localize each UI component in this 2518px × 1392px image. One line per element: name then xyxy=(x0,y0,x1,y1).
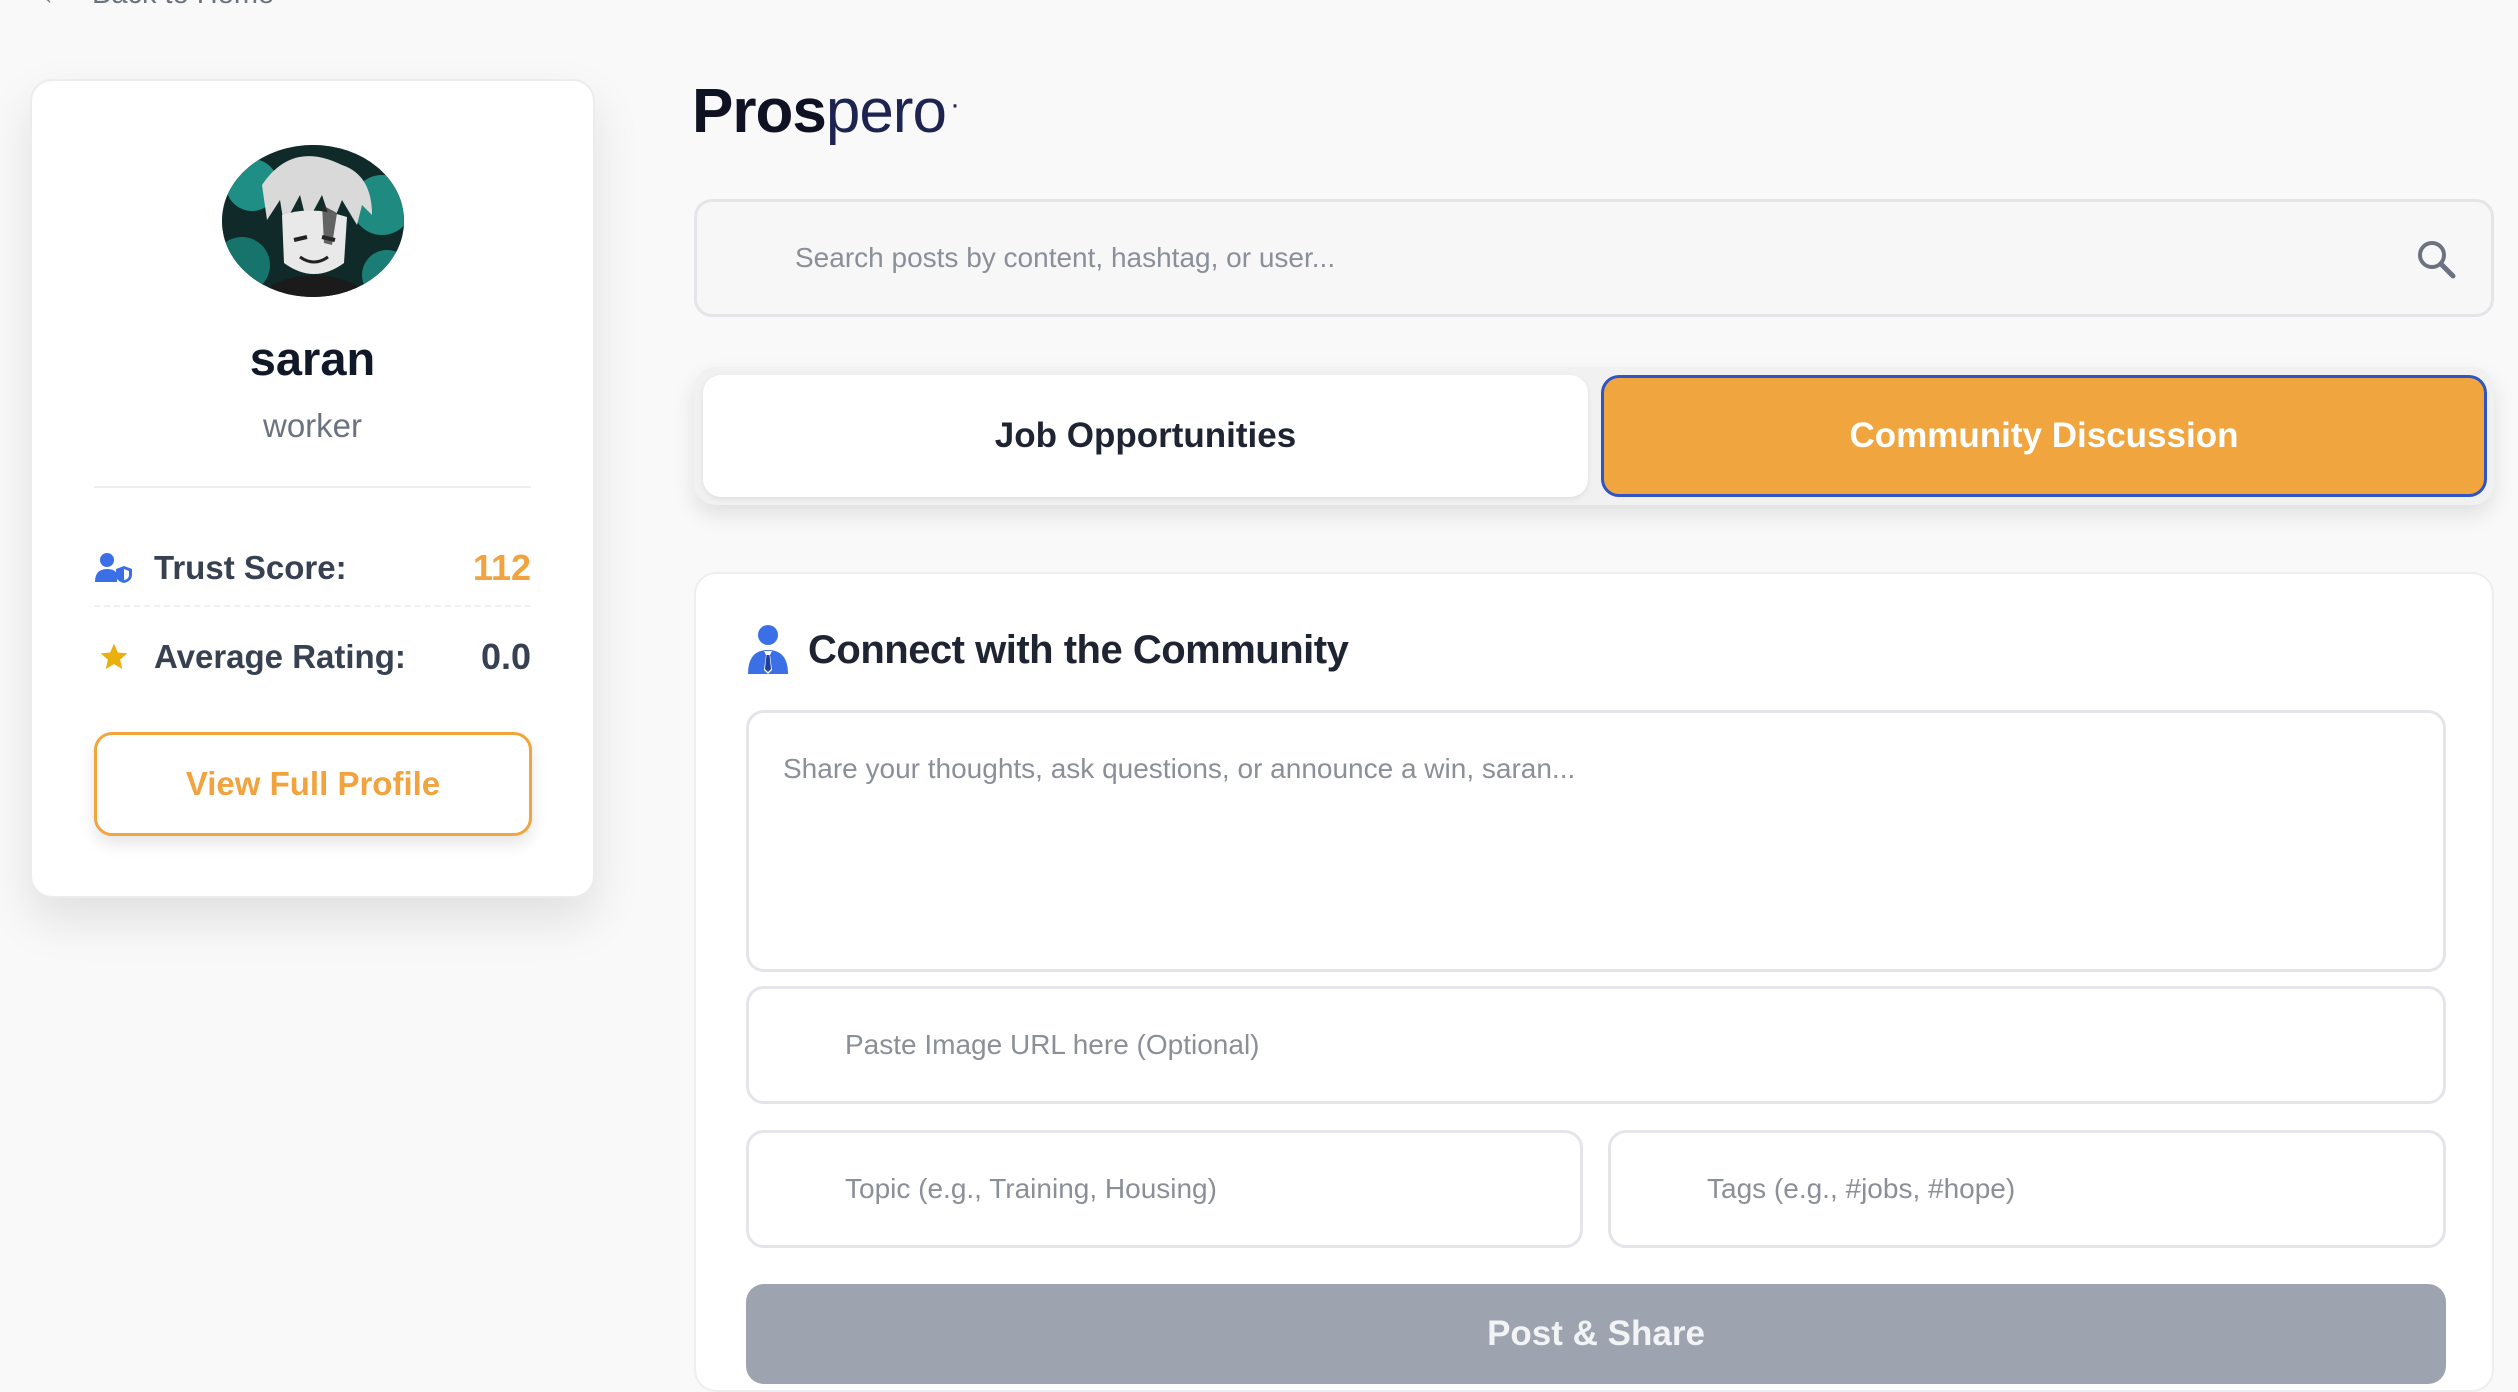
star-icon xyxy=(94,637,134,677)
message-field xyxy=(746,710,2446,972)
average-rating-label: Average Rating: xyxy=(154,638,406,675)
back-link-label: Back to Home xyxy=(92,0,274,11)
profile-card: saran worker Trust Score: 112 Average Ra… xyxy=(30,79,595,898)
tab-job-opportunities[interactable]: Job Opportunities xyxy=(703,375,1588,497)
tags-field xyxy=(1608,1130,2446,1248)
post-composer-card: Connect with the Community Post & Share xyxy=(694,572,2494,1392)
arrow-left-icon: ← xyxy=(40,0,68,11)
image-url-input[interactable] xyxy=(749,989,2443,1101)
brand-logo-dot: · xyxy=(949,88,960,121)
topic-field xyxy=(746,1130,1583,1248)
avatar-image xyxy=(222,145,404,297)
average-rating-value: 0.0 xyxy=(480,636,531,677)
composer-header: Connect with the Community xyxy=(746,624,1349,676)
image-url-field xyxy=(746,986,2446,1104)
profile-divider xyxy=(94,486,531,488)
brand-logo-bold: Pros xyxy=(692,77,827,146)
topic-input[interactable] xyxy=(749,1133,1580,1245)
avatar xyxy=(222,145,404,297)
search-bar xyxy=(694,199,2494,317)
message-textarea[interactable] xyxy=(749,713,2443,969)
search-input[interactable] xyxy=(795,202,2295,314)
tab-community-discussion[interactable]: Community Discussion xyxy=(1601,375,2487,497)
feed-tabs: Job Opportunities Community Discussion xyxy=(694,367,2494,505)
trust-score-row: Trust Score: 112 xyxy=(94,531,531,607)
person-tie-icon xyxy=(746,624,790,676)
post-share-button[interactable]: Post & Share xyxy=(746,1284,2446,1384)
brand-logo[interactable]: Pros pero · xyxy=(692,76,960,147)
average-rating-row: Average Rating: 0.0 xyxy=(94,629,531,685)
tags-input[interactable] xyxy=(1611,1133,2443,1245)
search-icon[interactable] xyxy=(2415,238,2457,280)
view-full-profile-button[interactable]: View Full Profile xyxy=(94,732,532,836)
user-shield-icon xyxy=(94,548,134,588)
trust-score-value: 112 xyxy=(472,547,531,588)
back-to-home-link[interactable]: ← Back to Home xyxy=(40,0,274,11)
profile-role: worker xyxy=(262,407,363,444)
profile-name: saran xyxy=(249,332,376,385)
composer-title: Connect with the Community xyxy=(808,627,1349,672)
brand-logo-light: pero xyxy=(825,77,947,146)
trust-score-label: Trust Score: xyxy=(154,549,347,586)
